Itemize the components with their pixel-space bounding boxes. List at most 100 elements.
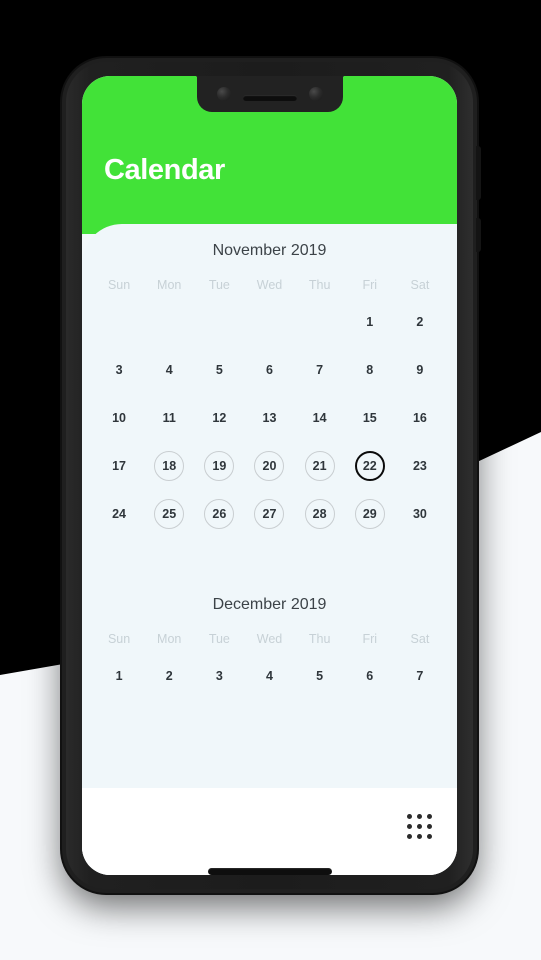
day-number: 17: [112, 459, 127, 473]
volume-button[interactable]: [476, 218, 481, 252]
day-cell[interactable]: 23: [395, 442, 445, 490]
week-row: 1 2 3 4 5 6 7: [82, 652, 457, 700]
day-cell[interactable]: 17: [94, 442, 144, 490]
day-cell: [295, 298, 345, 346]
day-cell[interactable]: 30: [395, 490, 445, 538]
apps-grid-dot: [417, 814, 422, 819]
day-cell[interactable]: 7: [395, 652, 445, 700]
day-number: 2: [416, 315, 424, 329]
day-cell[interactable]: 11: [144, 394, 194, 442]
front-camera-icon: [216, 87, 231, 101]
day-cell[interactable]: 5: [295, 652, 345, 700]
apps-grid-dot: [407, 834, 412, 839]
day-cell[interactable]: 2: [144, 652, 194, 700]
apps-grid-dot: [417, 824, 422, 829]
day-cell[interactable]: 20: [244, 442, 294, 490]
month-title: November 2019: [212, 242, 327, 259]
month-block: December 2019 Sun Mon Tue Wed Thu Fri Sat 1 2 3 4 5 6…: [82, 578, 457, 700]
day-cell[interactable]: 4: [144, 346, 194, 394]
day-cell[interactable]: 1: [94, 652, 144, 700]
week-row: 17 18 19 20 21 22 23: [82, 442, 457, 490]
day-cell[interactable]: 3: [94, 346, 144, 394]
day-cell[interactable]: 10: [94, 394, 144, 442]
day-cell[interactable]: 4: [244, 652, 294, 700]
day-number: 27: [254, 499, 285, 529]
weekday-label-thu: Thu: [308, 632, 331, 646]
phone-frame: Calendar November 2019 Sun Mon Tue Wed Thu Fri…: [62, 58, 481, 893]
weekday-label-sun: Sun: [107, 278, 131, 292]
weekday-label-mon: Mon: [157, 632, 182, 646]
day-cell[interactable]: 26: [194, 490, 244, 538]
day-cell[interactable]: 19: [194, 442, 244, 490]
day-cell: [194, 298, 244, 346]
day-cell[interactable]: 22: [345, 442, 395, 490]
week-row: 12: [82, 298, 457, 346]
month-block: November 2019 Sun Mon Tue Wed Thu Fri Sat 1 2 3 4 5 6…: [82, 224, 457, 538]
apps-grid-icon[interactable]: [407, 814, 433, 840]
day-number: 7: [416, 669, 424, 683]
day-number: [254, 307, 284, 337]
day-cell[interactable]: 3: [194, 652, 244, 700]
weekday-label-fri: Fri: [362, 278, 378, 292]
day-number: 12: [212, 411, 227, 425]
day-number: 30: [412, 507, 427, 521]
weekday-label-tue: Tue: [208, 632, 230, 646]
day-number: 2: [165, 669, 173, 683]
calendar-content-card: November 2019 Sun Mon Tue Wed Thu Fri Sat 1 2 3 4 5 6…: [82, 224, 457, 875]
week-row: 3 4 5 6 7 8 9: [82, 346, 457, 394]
day-cell[interactable]: 13: [244, 394, 294, 442]
week-row: 10 11 12 13 14 15 16: [82, 394, 457, 442]
day-cell[interactable]: 27: [244, 490, 294, 538]
weekday-label-wed: Wed: [256, 632, 283, 646]
day-cell[interactable]: 15: [345, 394, 395, 442]
day-number: 4: [165, 363, 173, 377]
day-number: 24: [112, 507, 127, 521]
day-cell[interactable]: 21: [295, 442, 345, 490]
day-number: 5: [316, 669, 324, 683]
day-cell[interactable]: 16: [395, 394, 445, 442]
month-title: December 2019: [212, 596, 327, 613]
day-cell[interactable]: 28: [295, 490, 345, 538]
weekday-label-wed: Wed: [256, 278, 283, 292]
day-number: [305, 307, 335, 337]
day-number: 19: [204, 451, 235, 481]
apps-grid-dot: [427, 834, 432, 839]
weekday-label-thu: Thu: [308, 278, 331, 292]
day-cell[interactable]: 9: [395, 346, 445, 394]
day-cell[interactable]: 14: [295, 394, 345, 442]
apps-grid-dot: [427, 824, 432, 829]
day-cell[interactable]: 1: [345, 298, 395, 346]
day-number: [154, 307, 184, 337]
earpiece-speaker: [242, 95, 297, 101]
apps-grid-dot: [407, 824, 412, 829]
day-number: 6: [366, 669, 374, 683]
day-cell[interactable]: 24: [94, 490, 144, 538]
bottom-bar: [82, 788, 457, 875]
day-cell[interactable]: 12: [194, 394, 244, 442]
day-cell[interactable]: 6: [345, 652, 395, 700]
day-number: 10: [112, 411, 127, 425]
day-cell[interactable]: 6: [244, 346, 294, 394]
weekday-label-mon: Mon: [157, 278, 182, 292]
day-cell[interactable]: 8: [345, 346, 395, 394]
day-cell[interactable]: 2: [395, 298, 445, 346]
day-cell[interactable]: 29: [345, 490, 395, 538]
day-cell[interactable]: 25: [144, 490, 194, 538]
day-number: 6: [266, 363, 273, 377]
day-number: 29: [354, 499, 385, 529]
day-cell: [244, 298, 294, 346]
weekday-label-sun: Sun: [107, 632, 131, 646]
day-cell: [144, 298, 194, 346]
day-number: 25: [154, 499, 185, 529]
day-number: 11: [162, 411, 176, 425]
month-spacer: [82, 538, 457, 578]
day-cell[interactable]: 18: [144, 442, 194, 490]
sensor-icon: [308, 87, 323, 101]
day-cell[interactable]: 7: [295, 346, 345, 394]
apps-grid-dot: [407, 814, 412, 819]
day-cell[interactable]: 5: [194, 346, 244, 394]
months-container: November 2019 Sun Mon Tue Wed Thu Fri Sat 1 2 3 4 5 6…: [82, 224, 457, 700]
weekday-label-tue: Tue: [208, 278, 230, 292]
day-number: 5: [215, 363, 223, 377]
power-button[interactable]: [476, 146, 481, 200]
